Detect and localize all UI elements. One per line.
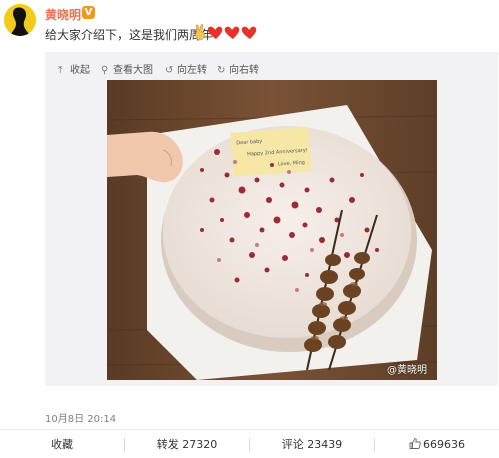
like-button[interactable]: 669636 bbox=[375, 430, 499, 458]
favorite-button[interactable]: 收藏 bbox=[0, 430, 124, 458]
comment-label: 评论 bbox=[281, 438, 304, 451]
rotate-left-button[interactable]: ↺ 向左转 bbox=[165, 61, 207, 76]
comment-button[interactable]: 评论 23439 bbox=[250, 430, 374, 458]
photo[interactable]: Dear baby Happy 2nd Anniversary! Love, M… bbox=[107, 80, 437, 380]
media-card: ⤒ 收起 ⚲ 查看大图 ↺ 向左转 ↻ 向右转 Dear baby Happy … bbox=[45, 52, 498, 386]
username[interactable]: 黄晓明 bbox=[45, 6, 81, 23]
like-count: 669636 bbox=[423, 438, 465, 451]
rotate-right-button[interactable]: ↻ 向右转 bbox=[217, 61, 259, 76]
collapse-arrow-icon: ⤒ bbox=[58, 65, 63, 76]
rotate-right-icon: ↻ bbox=[217, 65, 226, 76]
repost-count: 27320 bbox=[182, 438, 218, 451]
heart-icon bbox=[224, 26, 240, 39]
heart-icon bbox=[241, 26, 257, 39]
thumbs-up-icon bbox=[409, 438, 421, 449]
favorite-label: 收藏 bbox=[51, 438, 73, 451]
repost-button[interactable]: 转发 27320 bbox=[125, 430, 249, 458]
rotate-left-icon: ↺ bbox=[165, 65, 174, 76]
photo-watermark: @黄晓明 bbox=[387, 365, 427, 376]
verified-badge-icon: V bbox=[82, 6, 95, 19]
collapse-button[interactable]: ⤒ 收起 bbox=[58, 61, 90, 76]
heart-icon bbox=[207, 26, 223, 39]
victory-hand-icon bbox=[195, 24, 205, 41]
avatar-silhouette-icon bbox=[4, 4, 36, 36]
post-text: 给大家介绍下，这是我们两周年 bbox=[45, 28, 214, 42]
post-timestamp[interactable]: 10月8日 20:14 bbox=[45, 410, 116, 425]
view-large-button[interactable]: ⚲ 查看大图 bbox=[101, 61, 153, 76]
repost-label: 转发 bbox=[156, 438, 179, 451]
magnifier-icon: ⚲ bbox=[101, 65, 109, 76]
comment-count: 23439 bbox=[307, 438, 343, 451]
media-toolbar: ⤒ 收起 ⚲ 查看大图 ↺ 向左转 ↻ 向右转 bbox=[45, 52, 498, 80]
action-bar: 收藏 转发 27320 评论 23439 669636 bbox=[0, 429, 499, 458]
emoji-row bbox=[193, 23, 265, 41]
avatar[interactable] bbox=[4, 4, 36, 36]
cake-photo: Dear baby Happy 2nd Anniversary! Love, M… bbox=[107, 80, 437, 380]
